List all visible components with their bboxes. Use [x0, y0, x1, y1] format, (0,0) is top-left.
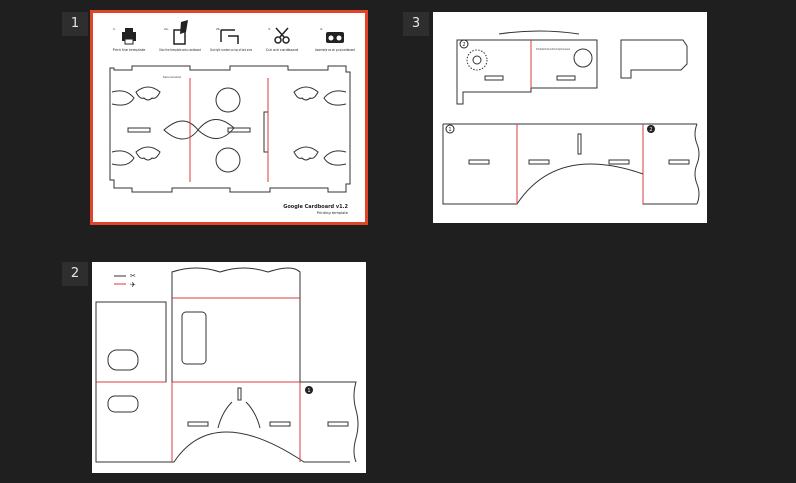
page-3-template-drawing: 2 1 2 Fold this flap behind the other on…	[442, 30, 700, 205]
glue-icon	[173, 20, 188, 45]
page-thumbnail-2[interactable]: ✂ ✈ 1	[92, 262, 366, 473]
step-3-number: 3.	[268, 27, 271, 31]
page-number-3: 3	[403, 12, 429, 36]
cardboard-template-outline	[109, 65, 351, 193]
page-3-outline	[442, 30, 700, 205]
step-3-label: Cut out cardboard	[266, 48, 299, 52]
cardboard-viewer-icon	[326, 32, 344, 43]
step-2b-number: 2b.	[216, 27, 221, 31]
page-number-2: 2	[62, 262, 88, 286]
template-note: Please line correct side down	[163, 75, 181, 79]
page-number-1: 1	[62, 12, 88, 36]
template-subtitle: Printing template	[317, 211, 349, 215]
page-1-template-drawing: 1. 2a. 2b. 3. 4. Print the template Glue…	[109, 20, 355, 215]
step-2a-number: 2a.	[164, 27, 169, 31]
print-icon	[122, 28, 136, 45]
step-4-number: 4.	[320, 27, 323, 31]
template-title: Google Cardboard v1.2	[283, 204, 348, 210]
page-2-template-drawing: ✂ ✈ 1	[95, 267, 359, 463]
align-numbers-icon	[220, 29, 239, 44]
page-2-outline	[95, 267, 359, 463]
page-thumbnail-1[interactable]: 1. 2a. 2b. 3. 4. Print the template Glue…	[90, 10, 368, 225]
document-viewer: 1 1. 2a. 2b. 3. 4. Print the template Gl…	[0, 0, 796, 483]
fold-legend-icon: ✈	[130, 281, 136, 289]
step-1-label: Print the template	[113, 48, 146, 52]
flap-note: Fold this flap behind the other one afte…	[536, 47, 570, 51]
page-3-markers: 2 1 2	[445, 39, 655, 134]
page-thumbnail-3[interactable]: 2 1 2 Fold this flap behind the other on…	[433, 12, 707, 223]
lens-cutout-right	[293, 86, 319, 161]
step-2b-label: Glue light numbers on top of dark ones	[210, 48, 252, 52]
lens-cutout-left	[135, 86, 161, 161]
marker-2-top: 2	[462, 42, 465, 48]
cut-line-legend: ✂ ✈	[114, 272, 136, 289]
marker-1: 1	[448, 127, 451, 133]
step-1-number: 1.	[113, 27, 116, 31]
cut-legend-icon: ✂	[130, 272, 136, 280]
scissors-icon	[274, 27, 290, 44]
fold-lines	[189, 78, 269, 182]
step-4-label: Assemble as on g.co/cardboard	[315, 48, 355, 52]
marker-1-page-2: 1	[307, 388, 310, 394]
step-2a-label: Glue the template onto cardboard	[159, 48, 201, 52]
marker-2-bottom: 2	[649, 127, 652, 133]
